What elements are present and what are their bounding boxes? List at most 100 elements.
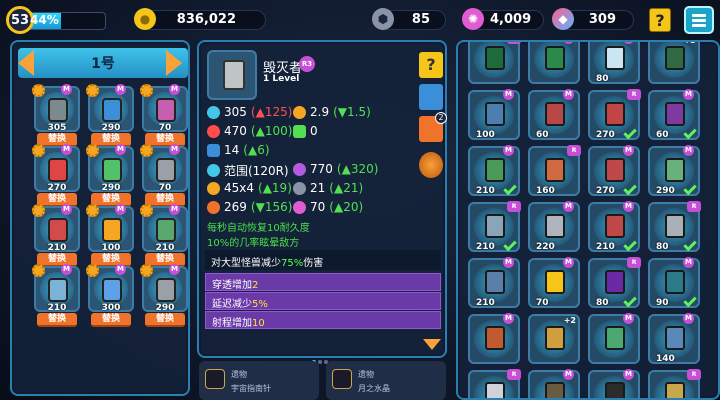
- inventory-tower-card[interactable]: +3: [648, 42, 700, 84]
- plus-count: +2: [563, 316, 576, 325]
- rank-badge: R: [567, 145, 581, 156]
- tower-value: 220: [536, 242, 555, 252]
- loadout-panel: 1号 M 305 替换 M 290 替换 M 70 替换 M 270 替换 M 290 替换 M 70 替换 M 21…: [10, 40, 190, 396]
- tower-icon: [485, 158, 505, 182]
- tower-icon: [665, 214, 685, 238]
- inventory-tower-card[interactable]: M 210: [468, 257, 520, 308]
- gear-icon: [140, 144, 153, 157]
- loadout-tower-card[interactable]: M 210: [32, 264, 80, 313]
- swap-button[interactable]: 替换: [91, 313, 131, 327]
- mod-badge: M: [61, 84, 72, 95]
- gems-value: 309: [588, 12, 616, 27]
- loadout-tower-card[interactable]: M 290: [86, 84, 134, 133]
- gear-icon[interactable]: [419, 152, 443, 178]
- rank-badge: R: [627, 257, 641, 268]
- inventory-tower-card[interactable]: R 270: [588, 89, 641, 140]
- mod-badge: M: [623, 201, 634, 212]
- tower-icon: [665, 382, 685, 398]
- mod-badge: M: [115, 204, 126, 215]
- inventory-tower-card[interactable]: R 210: [468, 201, 521, 252]
- inventory-tower-card[interactable]: R: [468, 42, 521, 84]
- loadout-tower-card[interactable]: M 290: [86, 144, 134, 193]
- swap-button[interactable]: 替换: [37, 313, 77, 327]
- mod-badge: M: [503, 145, 514, 156]
- relic-slot-compass[interactable]: 遗物 宇宙指南针: [199, 361, 319, 400]
- mod-badge: M: [503, 89, 514, 100]
- inventory-tower-card[interactable]: M: [588, 369, 640, 398]
- help-button[interactable]: ?: [649, 8, 671, 32]
- inventory-tower-card[interactable]: R130: [468, 369, 521, 398]
- relic-category: 遗物: [231, 370, 247, 379]
- stat-armor: 14 (▲6): [207, 143, 270, 157]
- search-button[interactable]: [419, 84, 443, 110]
- tower-value: 210: [476, 298, 495, 308]
- inventory-tower-card[interactable]: M80: [588, 42, 640, 84]
- tower-level: 1 Level: [263, 74, 300, 84]
- loadout-tower-card[interactable]: M 100: [86, 204, 134, 253]
- inventory-tower-card[interactable]: M 70: [528, 257, 580, 308]
- next-slot-button[interactable]: [166, 50, 182, 76]
- tower-portrait: [207, 50, 257, 100]
- tower-icon: [102, 98, 122, 122]
- tower-value: 80: [596, 74, 609, 84]
- tower-value: 210: [155, 243, 175, 253]
- tower-value: 210: [476, 186, 495, 196]
- inventory-tower-card[interactable]: M 220: [528, 201, 580, 252]
- inventory-tower-card[interactable]: R 160: [528, 145, 581, 196]
- stat-rate: 2.9 (▼1.5): [293, 105, 371, 119]
- prev-slot-button[interactable]: [18, 50, 34, 76]
- gear-icon: [140, 264, 153, 277]
- rank-badge: R: [627, 89, 641, 100]
- inventory-tower-card[interactable]: M: [528, 42, 580, 84]
- inventory-tower-card[interactable]: R: [648, 369, 701, 398]
- tower-icon: [156, 98, 176, 122]
- tower-icon: [102, 158, 122, 182]
- bonus-pierce: 穿透增加2: [205, 273, 441, 291]
- tower-help-button[interactable]: ?: [419, 52, 443, 78]
- speed-icon: [207, 200, 220, 214]
- inventory-tower-card[interactable]: R 80: [588, 257, 641, 308]
- mod-badge: M: [169, 204, 180, 215]
- inventory-tower-card[interactable]: +2: [528, 314, 580, 364]
- inventory-tower-card[interactable]: M: [528, 369, 580, 398]
- tower-value: 210: [476, 242, 495, 252]
- loadout-tower-card[interactable]: M 70: [140, 144, 188, 193]
- tower-value: 70: [536, 298, 549, 308]
- loadout-tower-card[interactable]: M 210: [32, 204, 80, 253]
- inventory-tower-card[interactable]: M 100: [468, 89, 520, 140]
- inventory-tower-card[interactable]: R 80: [648, 201, 701, 252]
- tower-value: 290: [656, 186, 675, 196]
- tower-icon: [605, 102, 625, 126]
- inventory-tower-card[interactable]: M: [588, 313, 640, 364]
- mod-badge: M: [563, 257, 574, 268]
- expand-arrow[interactable]: [423, 339, 441, 350]
- inventory-tower-card[interactable]: M 60: [648, 89, 700, 140]
- stat-cost: 70 (▲20): [293, 200, 363, 214]
- tower-value: 160: [536, 186, 555, 196]
- inventory-tower-card[interactable]: M 90: [648, 257, 700, 308]
- bolt-icon: [293, 181, 306, 195]
- mod-badge: M: [61, 264, 72, 275]
- inventory-tower-card[interactable]: M 210: [468, 145, 520, 196]
- loadout-tower-card[interactable]: M 210: [140, 204, 188, 253]
- inventory-tower-card[interactable]: M 140: [648, 313, 700, 364]
- loadout-tower-card[interactable]: M 300: [86, 264, 134, 313]
- inventory-tower-card[interactable]: M 270: [588, 145, 640, 196]
- relic-slot-crystal[interactable]: 遗物 月之水晶: [326, 361, 446, 400]
- loadout-tower-card[interactable]: M 70: [140, 84, 188, 133]
- swap-button[interactable]: 替换: [145, 313, 185, 327]
- tower-icon: [605, 158, 625, 182]
- tower-icon: [485, 214, 505, 238]
- mod-badge: M: [115, 144, 126, 155]
- tower-icon: [156, 218, 176, 242]
- tower-icon: [665, 102, 685, 126]
- tower-value: 80: [656, 242, 669, 252]
- inventory-tower-card[interactable]: M 290: [648, 145, 700, 196]
- inventory-tower-card[interactable]: M 60: [528, 89, 580, 140]
- loadout-tower-card[interactable]: M 290: [140, 264, 188, 313]
- loadout-tower-card[interactable]: M 305: [32, 84, 80, 133]
- inventory-tower-card[interactable]: M 210: [588, 201, 640, 252]
- inventory-tower-card[interactable]: M: [468, 313, 520, 364]
- menu-button[interactable]: [684, 6, 714, 34]
- loadout-tower-card[interactable]: M 270: [32, 144, 80, 193]
